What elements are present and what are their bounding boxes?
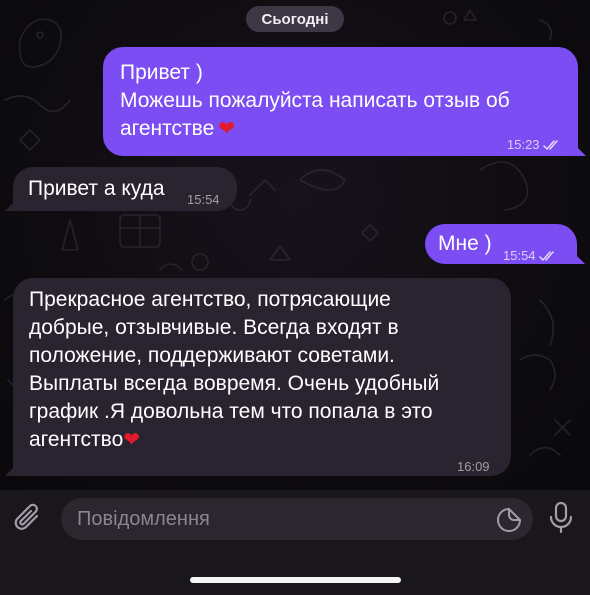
message-text: Привет а куда [28,177,165,200]
chat-background: Сьогодні Привет ) Можешь пожалуйста напи… [0,0,590,490]
message-text: агентстве ❤ [120,117,236,140]
message-outgoing[interactable]: Привет ) Можешь пожалуйста написать отзы… [103,47,578,156]
message-text: агентство❤ [29,428,141,451]
message-text: Привет ) [120,61,203,84]
message-incoming[interactable]: Привет а куда 15:54 [13,167,237,211]
message-text: Можешь пожалуйста написать отзыв об [120,89,510,112]
heart-emoji-icon: ❤ [218,118,236,140]
message-input[interactable]: Повідомлення [61,498,533,540]
message-meta: 15:54 [503,242,557,270]
paperclip-icon[interactable] [12,502,46,536]
sticker-icon[interactable] [496,507,522,533]
home-indicator[interactable] [190,577,401,583]
message-time: 15:54 [187,192,220,207]
message-composer: Повідомлення [0,490,590,595]
message-time: 16:09 [457,459,490,474]
message-incoming[interactable]: Прекрасное агентство, потрясающие добрые… [13,278,511,476]
message-text: добрые, отзывчивые. Всегда входят в [29,316,399,339]
message-text: положение, поддерживают советами. [29,344,395,367]
heart-emoji-icon: ❤ [123,429,141,451]
message-time: 15:54 [503,248,536,263]
read-checkmarks-icon [538,250,554,261]
message-text: Выплаты всегда вовремя. Очень удобный [29,372,440,395]
date-separator: Сьогодні [246,6,344,32]
message-text: график .Я довольна тем что попала в это [29,400,433,423]
message-input-placeholder: Повідомлення [77,508,210,530]
message-text: Прекрасное агентство, потрясающие [29,288,391,311]
message-time: 15:23 [507,137,540,152]
message-meta: 15:23 [507,131,561,159]
message-outgoing[interactable]: Мне ) 15:54 [425,224,577,264]
message-text: Мне ) [438,232,492,255]
microphone-icon[interactable] [546,500,576,536]
read-checkmarks-icon [542,139,558,150]
